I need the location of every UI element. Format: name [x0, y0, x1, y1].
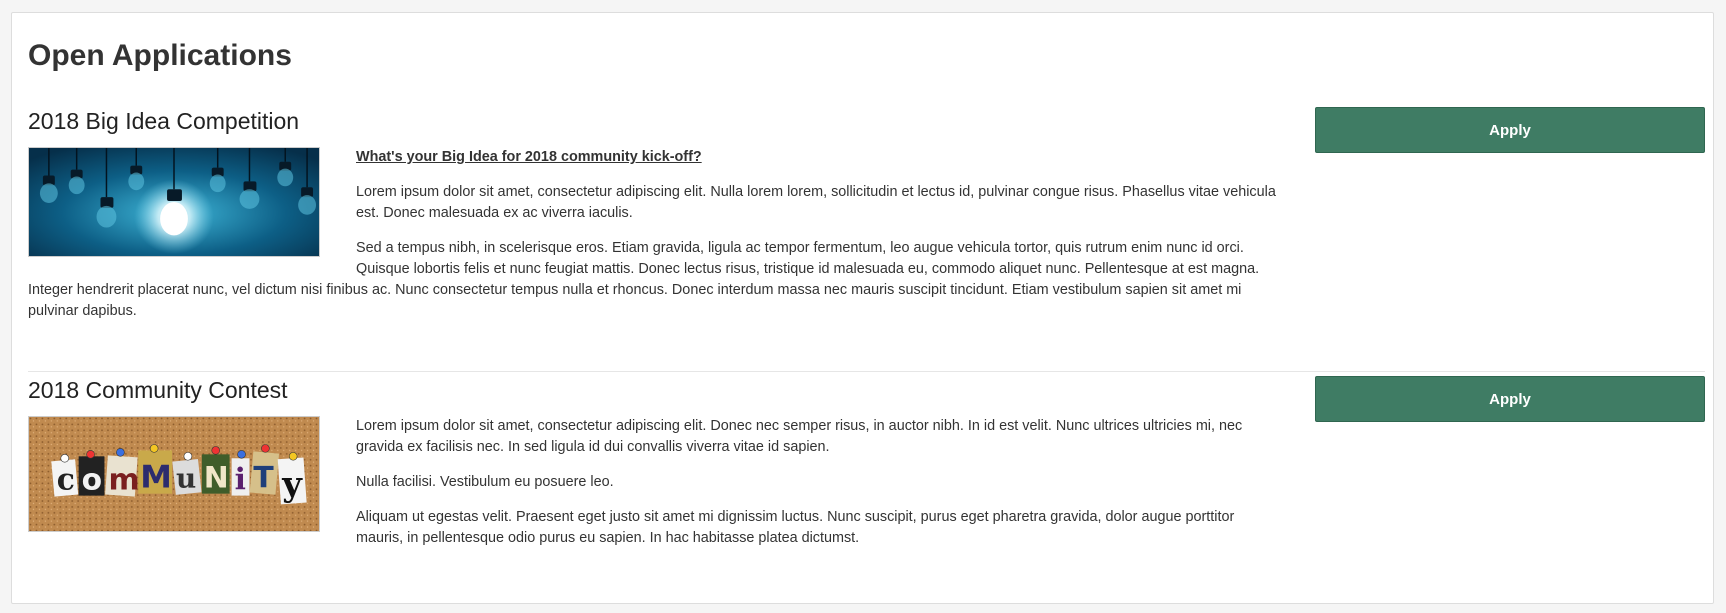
page-title: Open Applications	[28, 39, 292, 72]
lightbulbs-image	[28, 147, 320, 257]
application-card-big-idea: 2018 Big Idea Competition Apply What's y…	[28, 107, 1705, 336]
application-description: What's your Big Idea for 2018 community …	[28, 147, 1278, 322]
image-letter: u	[176, 462, 196, 495]
section-divider	[28, 371, 1705, 372]
community-letters-image: c o m M u N i T y	[28, 416, 320, 532]
image-letter: m	[108, 462, 139, 497]
image-letter: o	[82, 462, 102, 497]
image-letter: N	[204, 460, 229, 495]
image-letter: M	[140, 460, 172, 496]
image-letter: c	[57, 462, 75, 497]
image-letter: i	[235, 462, 246, 497]
image-letter: T	[253, 460, 274, 495]
apply-button-community-contest[interactable]: Apply	[1315, 376, 1705, 422]
image-letter: y	[281, 464, 303, 504]
application-description: c o m M u N i T y Lorem ipsum dolor sit …	[28, 416, 1278, 549]
apply-button-big-idea[interactable]: Apply	[1315, 107, 1705, 153]
application-card-community-contest: 2018 Community Contest Apply c o m M u N…	[28, 376, 1705, 563]
open-applications-panel: Open Applications 2018 Big Idea Competit…	[11, 12, 1714, 604]
